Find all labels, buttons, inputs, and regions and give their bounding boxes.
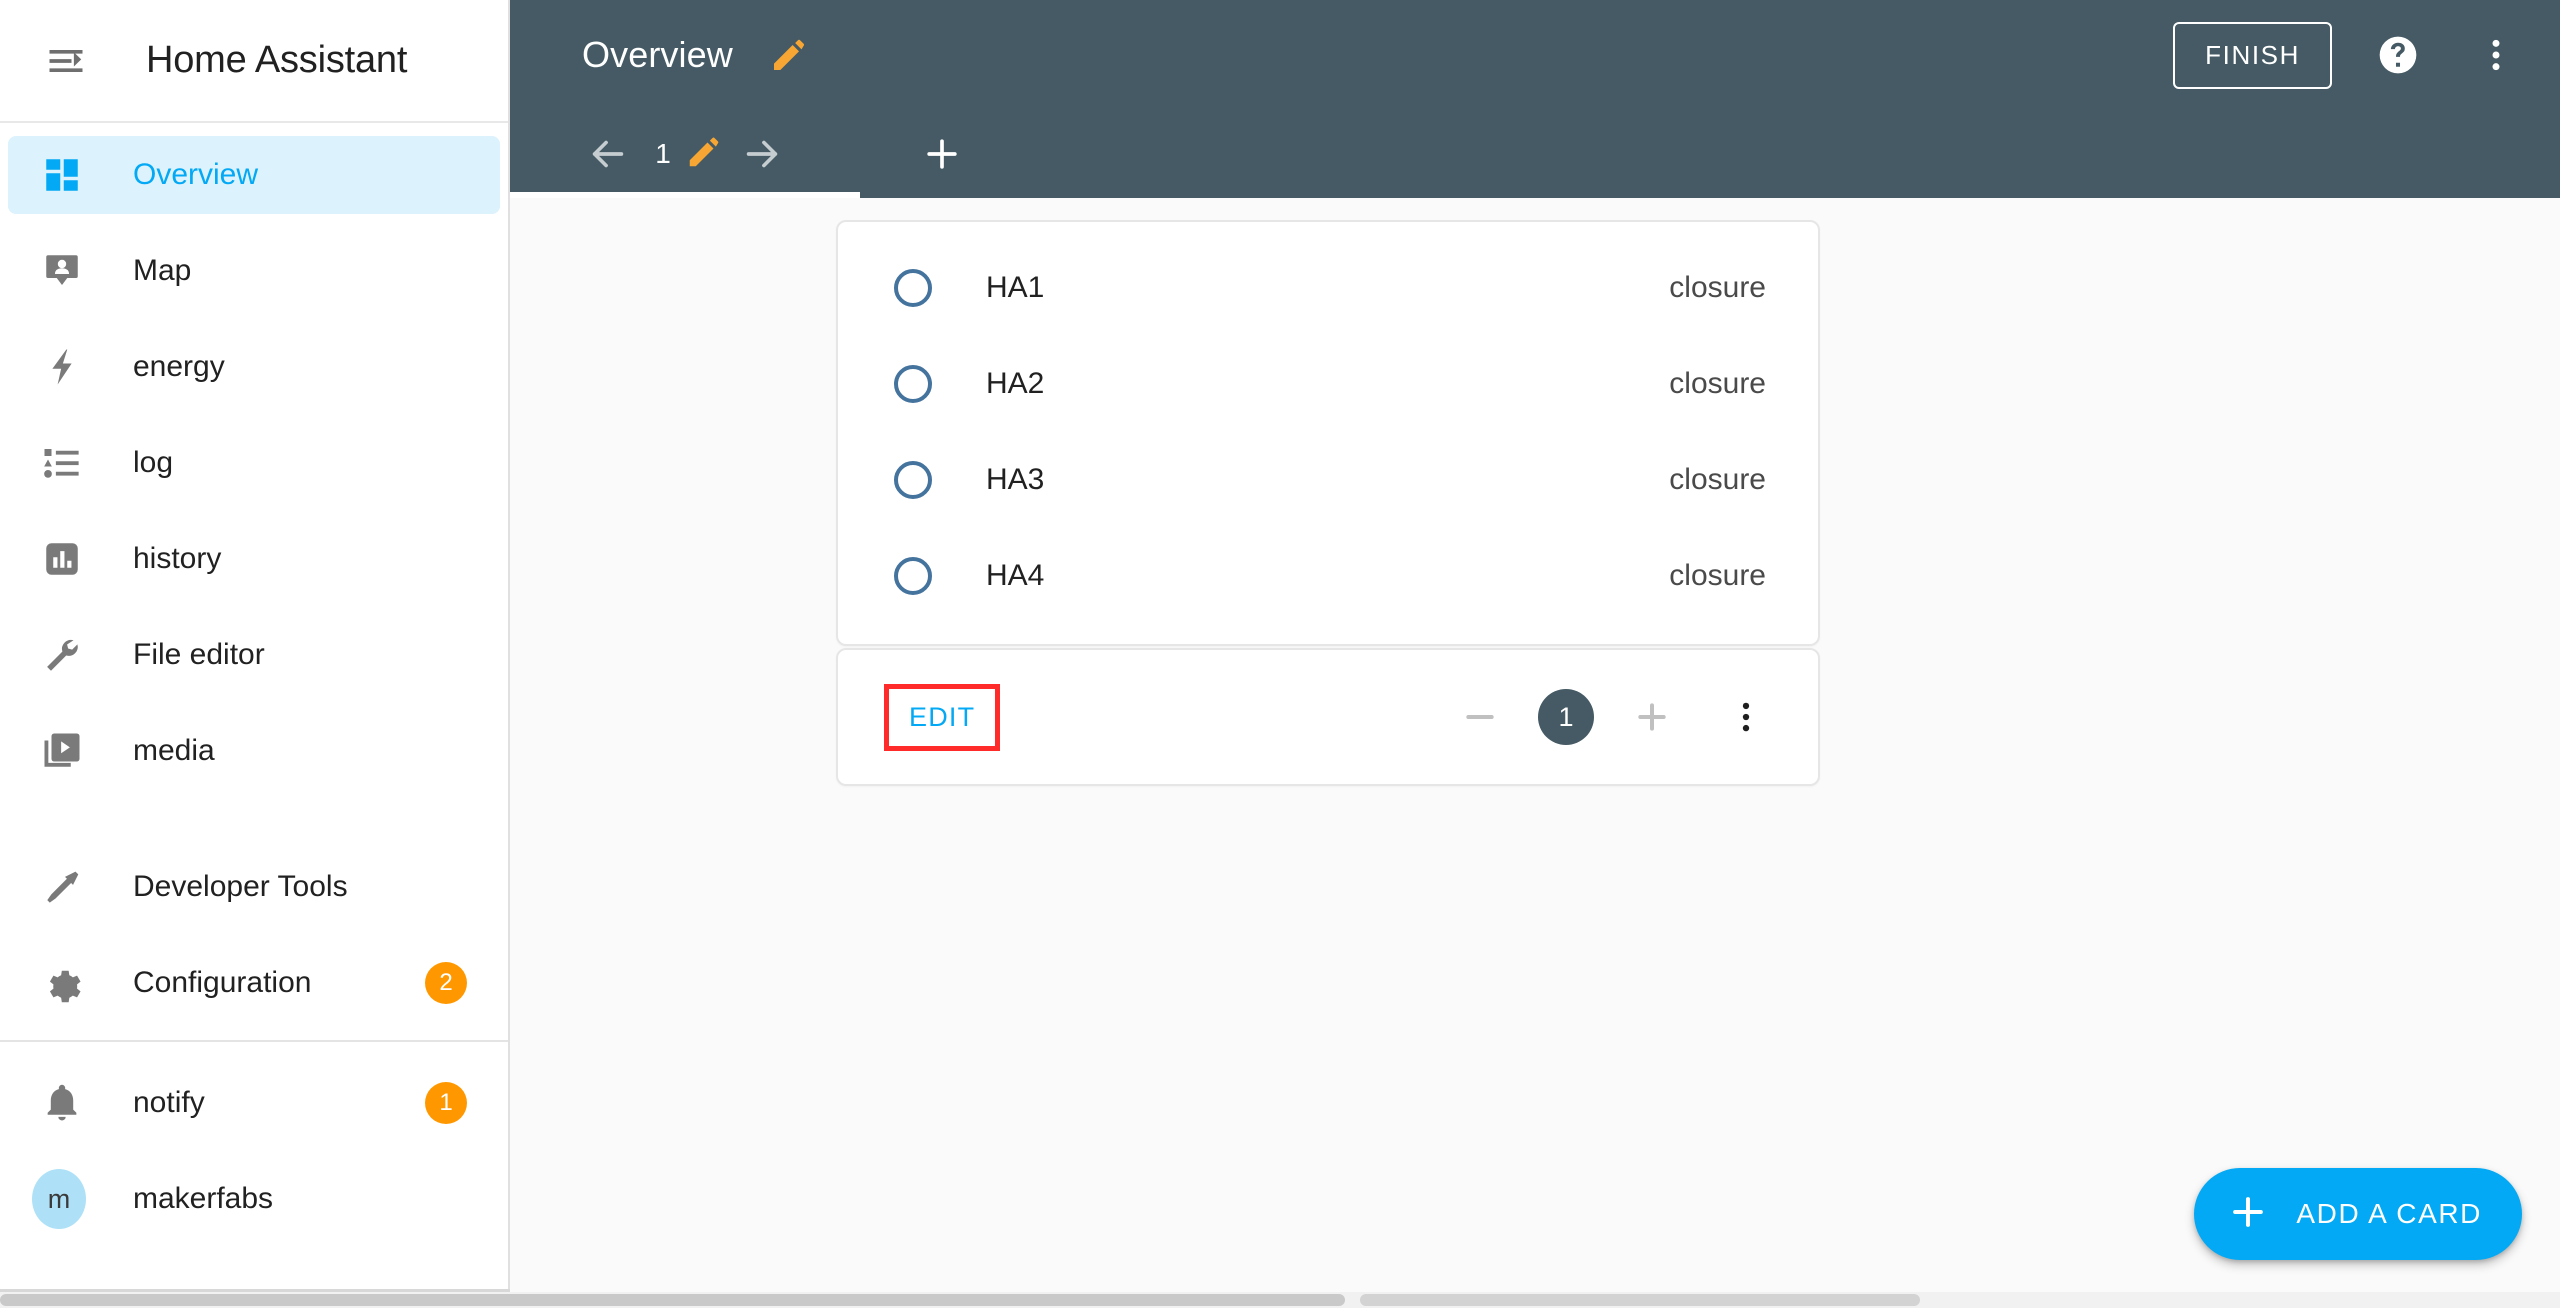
home-assistant-app: Home Assistant Overview Map energy log h…	[0, 0, 2560, 1308]
view-tab-bar: 1	[510, 110, 2560, 198]
sidebar-item-configuration[interactable]: Configuration 2	[8, 944, 500, 1022]
play-box-multiple-icon	[38, 727, 86, 775]
sidebar-bottom-edge	[0, 1289, 510, 1292]
table-row[interactable]: HA3 closure	[838, 432, 1818, 528]
card-edit-footer: EDIT 1	[836, 648, 1820, 786]
menu-collapse-icon[interactable]	[30, 25, 102, 97]
scrollbar-thumb-secondary[interactable]	[1360, 1294, 1920, 1306]
arrow-left-icon[interactable]	[579, 125, 637, 183]
sidebar-item-label: Map	[133, 254, 192, 287]
sidebar-nav: Overview Map energy log history File edi…	[0, 123, 508, 1308]
table-row[interactable]: HA1 closure	[838, 240, 1818, 336]
add-a-card-button[interactable]: ADD A CARD	[2194, 1168, 2522, 1260]
main-area: Overview FINISH 1 HA1 closure HA2 closur…	[510, 0, 2560, 1308]
edit-card-button[interactable]: EDIT	[895, 692, 989, 743]
sidebar-divider	[0, 1040, 508, 1042]
entity-name: HA1	[986, 271, 1045, 304]
sidebar-item-label: makerfabs	[133, 1182, 274, 1215]
sidebar-item-label: File editor	[133, 638, 265, 671]
avatar: m	[32, 1169, 86, 1229]
add-view-plus-icon[interactable]	[906, 118, 978, 190]
sidebar-item-label: energy	[133, 350, 225, 383]
card-overflow-dots-vertical-icon[interactable]	[1710, 681, 1782, 753]
sidebar-item-label: Configuration	[133, 966, 312, 999]
edit-view-pencil-icon[interactable]	[685, 133, 723, 176]
card-position-badge: 1	[1538, 689, 1594, 745]
sidebar-item-label: Overview	[133, 158, 259, 191]
cog-icon	[38, 959, 86, 1007]
tab-view-1[interactable]: 1	[510, 110, 860, 198]
edit-button-highlight: EDIT	[884, 683, 1001, 751]
lightning-bolt-icon	[38, 343, 86, 391]
entities-card: HA1 closure HA2 closure HA3 closure HA4 …	[836, 220, 1820, 646]
finish-button[interactable]: FINISH	[2173, 21, 2332, 89]
dashboard-content: HA1 closure HA2 closure HA3 closure HA4 …	[510, 198, 2560, 1308]
app-title: Home Assistant	[146, 39, 408, 81]
hammer-icon	[38, 863, 86, 911]
wrench-icon	[38, 631, 86, 679]
sidebar-header: Home Assistant	[0, 0, 508, 123]
view-dashboard-icon	[38, 151, 86, 199]
entity-name: HA3	[986, 463, 1045, 496]
add-a-card-label: ADD A CARD	[2296, 1198, 2482, 1229]
sidebar-item-label: notify	[133, 1086, 205, 1119]
sidebar-item-label: Developer Tools	[133, 870, 348, 903]
circle-outline-icon	[882, 461, 944, 499]
sidebar-item-media[interactable]: media	[8, 712, 500, 790]
sidebar-item-label: history	[133, 542, 222, 575]
sidebar-item-energy[interactable]: energy	[8, 328, 500, 406]
table-row[interactable]: HA4 closure	[838, 528, 1818, 624]
sidebar-item-log[interactable]: log	[8, 424, 500, 502]
format-list-bulleted-type-icon	[38, 439, 86, 487]
dots-vertical-icon[interactable]	[2460, 19, 2532, 91]
entity-state: closure	[1669, 367, 1766, 400]
entity-state: closure	[1669, 271, 1766, 304]
entity-state: closure	[1669, 463, 1766, 496]
sidebar-item-developer-tools[interactable]: Developer Tools	[8, 848, 500, 926]
move-card-left-button[interactable]	[1444, 681, 1516, 753]
help-circle-icon[interactable]	[2362, 19, 2434, 91]
circle-outline-icon	[882, 269, 944, 307]
sidebar-item-label: media	[133, 734, 215, 767]
entity-state: closure	[1669, 559, 1766, 592]
table-row[interactable]: HA2 closure	[838, 336, 1818, 432]
plus-icon	[2226, 1190, 2270, 1239]
entity-name: HA4	[986, 559, 1045, 592]
tab-active-underline	[510, 192, 860, 198]
map-marker-account-icon	[38, 247, 86, 295]
card-column: HA1 closure HA2 closure HA3 closure HA4 …	[836, 220, 1820, 786]
edit-view-title-pencil-icon[interactable]	[759, 25, 819, 85]
sidebar-item-history[interactable]: history	[8, 520, 500, 598]
sidebar-item-label: log	[133, 446, 174, 479]
status-badge: 2	[425, 962, 467, 1004]
page-title: Overview	[582, 34, 733, 75]
move-card-right-button[interactable]	[1616, 681, 1688, 753]
bell-icon	[38, 1079, 86, 1127]
circle-outline-icon	[882, 365, 944, 403]
sidebar: Home Assistant Overview Map energy log h…	[0, 0, 510, 1308]
sidebar-item-overview[interactable]: Overview	[8, 136, 500, 214]
sidebar-item-map[interactable]: Map	[8, 232, 500, 310]
status-badge: 1	[425, 1082, 467, 1124]
tab-number-label: 1	[655, 138, 671, 169]
sidebar-item-user-profile[interactable]: m makerfabs	[8, 1160, 500, 1238]
sidebar-item-notify[interactable]: notify 1	[8, 1064, 500, 1142]
sidebar-item-file-editor[interactable]: File editor	[8, 616, 500, 694]
arrow-right-icon[interactable]	[733, 125, 791, 183]
top-toolbar: Overview FINISH	[510, 0, 2560, 110]
scrollbar-thumb[interactable]	[0, 1294, 1345, 1306]
entity-name: HA2	[986, 367, 1045, 400]
chart-box-icon	[38, 535, 86, 583]
horizontal-scrollbar[interactable]	[0, 1292, 2560, 1308]
avatar-initial: m	[32, 1169, 86, 1229]
circle-outline-icon	[882, 557, 944, 595]
